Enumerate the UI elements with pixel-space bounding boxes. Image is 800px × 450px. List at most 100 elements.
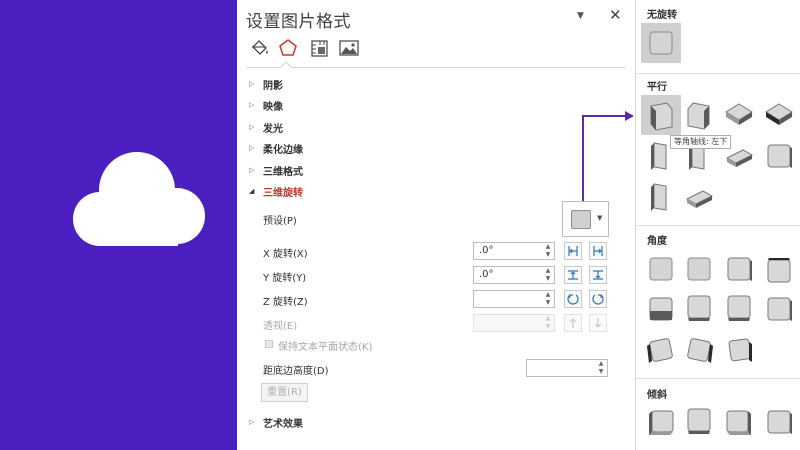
section-shadow[interactable]: ▷ 阴影 — [249, 76, 283, 92]
preset-thumbnail[interactable] — [719, 95, 759, 135]
perspective-decrease-button[interactable] — [589, 314, 607, 332]
section-artistic-effects[interactable]: ▷ 艺术效果 — [249, 414, 303, 430]
expand-caret-icon: ▷ — [249, 101, 255, 109]
x-rotate-left-button[interactable] — [564, 242, 582, 260]
reset-button[interactable]: 重置(R) — [261, 383, 308, 402]
section-soft-edges[interactable]: ▷ 柔化边缘 — [249, 140, 303, 156]
preset-thumbnail[interactable] — [679, 289, 719, 329]
3d-preset-icon — [687, 102, 710, 130]
cloud-shape[interactable] — [73, 152, 205, 246]
distance-label: 距底边高度(D) — [263, 366, 329, 377]
3d-preset-icon — [767, 297, 792, 321]
preset-thumbnail[interactable] — [641, 23, 681, 63]
preset-thumbnail[interactable] — [759, 136, 799, 176]
preset-thumbnail[interactable] — [759, 402, 799, 442]
3d-preset-icon — [728, 338, 752, 362]
active-tab-indicator — [280, 61, 292, 73]
3d-preset-icon — [685, 190, 714, 208]
3d-preset-icon — [726, 410, 751, 435]
preset-dropdown[interactable]: ▼ — [562, 201, 609, 237]
tab-effects[interactable] — [277, 38, 299, 58]
perspective-increase-button[interactable] — [564, 314, 582, 332]
tab-size-properties[interactable] — [309, 38, 331, 58]
preset-thumbnail[interactable] — [679, 249, 719, 289]
section-reflection[interactable]: ▷ 映像 — [249, 97, 283, 113]
gallery-separator — [636, 73, 800, 74]
rotate-cw-icon — [592, 294, 604, 305]
y-rotate-down-button[interactable] — [589, 266, 607, 284]
group-header-no-rotation: 无旋转 — [647, 10, 677, 21]
rotate-ccw-icon — [567, 294, 579, 305]
3d-preset-icon — [649, 297, 673, 321]
3d-preset-icon — [727, 257, 752, 281]
pane-title: 设置图片格式 — [246, 12, 351, 32]
group-header-parallel: 平行 — [647, 82, 667, 93]
pane-close-button[interactable]: ✕ — [609, 6, 622, 24]
spinner-arrows-icon[interactable]: ▲ ▼ — [544, 243, 552, 259]
tab-divider — [246, 67, 626, 68]
y-rotation-input[interactable]: .0° ▲ ▼ — [473, 266, 555, 284]
preset-thumbnail[interactable] — [679, 95, 719, 135]
preset-thumbnail[interactable] — [641, 177, 681, 217]
preset-thumbnail[interactable] — [641, 95, 681, 135]
spinner-arrows-icon[interactable]: ▲ ▼ — [597, 360, 605, 376]
keep-text-flat-label: 保持文本平面状态(K) — [278, 342, 373, 353]
preset-thumbnail[interactable] — [679, 330, 719, 370]
section-label: 三维旋转 — [263, 187, 303, 199]
tab-fill-line[interactable] — [249, 38, 271, 58]
z-rotate-ccw-button[interactable] — [564, 290, 582, 308]
preset-thumbnail[interactable] — [759, 95, 799, 135]
3d-preset-icon — [727, 295, 751, 321]
gallery-separator — [636, 225, 800, 226]
section-label: 阴影 — [263, 80, 283, 92]
group-header-oblique: 倾斜 — [647, 390, 667, 401]
3d-preset-icon — [651, 183, 667, 211]
slide-canvas[interactable] — [0, 0, 237, 450]
z-rotate-cw-button[interactable] — [589, 290, 607, 308]
rotate-up-icon — [568, 270, 578, 280]
collapse-caret-icon: ◢ — [249, 187, 255, 195]
tab-picture[interactable] — [338, 38, 360, 58]
preset-thumbnail[interactable] — [641, 330, 681, 370]
spinner-arrows-icon[interactable]: ▲ ▼ — [544, 315, 552, 331]
z-rotation-input[interactable]: ▲ ▼ — [473, 290, 555, 308]
section-3d-format[interactable]: ▷ 三维格式 — [249, 162, 303, 178]
expand-caret-icon: ▷ — [249, 80, 255, 88]
preset-thumbnail[interactable] — [641, 289, 681, 329]
preset-thumbnail[interactable] — [719, 330, 759, 370]
section-glow[interactable]: ▷ 发光 — [249, 119, 283, 135]
distance-input[interactable]: ▲ ▼ — [526, 359, 608, 377]
y-rotation-label: Y 旋转(Y) — [263, 273, 307, 284]
rotate-down-icon — [593, 270, 603, 280]
z-rotation-label: Z 旋转(Z) — [263, 297, 308, 308]
x-rotate-right-button[interactable] — [589, 242, 607, 260]
paint-bucket-icon — [252, 40, 268, 55]
3d-preset-icon — [687, 408, 711, 434]
section-3d-rotation[interactable]: ◢ 三维旋转 — [249, 183, 303, 199]
picture-icon — [339, 40, 359, 56]
preset-thumbnail[interactable] — [641, 402, 681, 442]
pane-options-button[interactable]: ▼ — [577, 11, 584, 21]
preset-thumbnail[interactable] — [679, 177, 719, 217]
preset-thumbnail[interactable] — [719, 289, 759, 329]
y-rotate-up-button[interactable] — [564, 266, 582, 284]
preset-thumbnail[interactable] — [759, 249, 799, 289]
keep-text-flat-checkbox[interactable] — [265, 340, 273, 348]
preset-gallery: 无旋转 平行 角度 倾斜 — [635, 0, 800, 450]
preset-thumbnail[interactable] — [719, 249, 759, 289]
3d-preset-icon — [767, 258, 791, 283]
y-rotation-value: .0° — [479, 269, 494, 280]
section-label: 发光 — [263, 123, 283, 135]
section-label: 柔化边缘 — [263, 144, 303, 156]
preset-thumbnail[interactable] — [641, 249, 681, 289]
preset-thumbnail[interactable] — [759, 289, 799, 329]
preset-thumbnail[interactable] — [719, 402, 759, 442]
preset-swatch — [571, 210, 591, 229]
preset-thumbnail[interactable] — [679, 402, 719, 442]
size-properties-icon — [311, 40, 328, 57]
x-rotation-input[interactable]: .0° ▲ ▼ — [473, 242, 555, 260]
perspective-input[interactable]: ▲ ▼ — [473, 314, 555, 332]
expand-caret-icon: ▷ — [249, 123, 255, 131]
spinner-arrows-icon[interactable]: ▲ ▼ — [544, 267, 552, 283]
spinner-arrows-icon[interactable]: ▲ ▼ — [544, 291, 552, 307]
